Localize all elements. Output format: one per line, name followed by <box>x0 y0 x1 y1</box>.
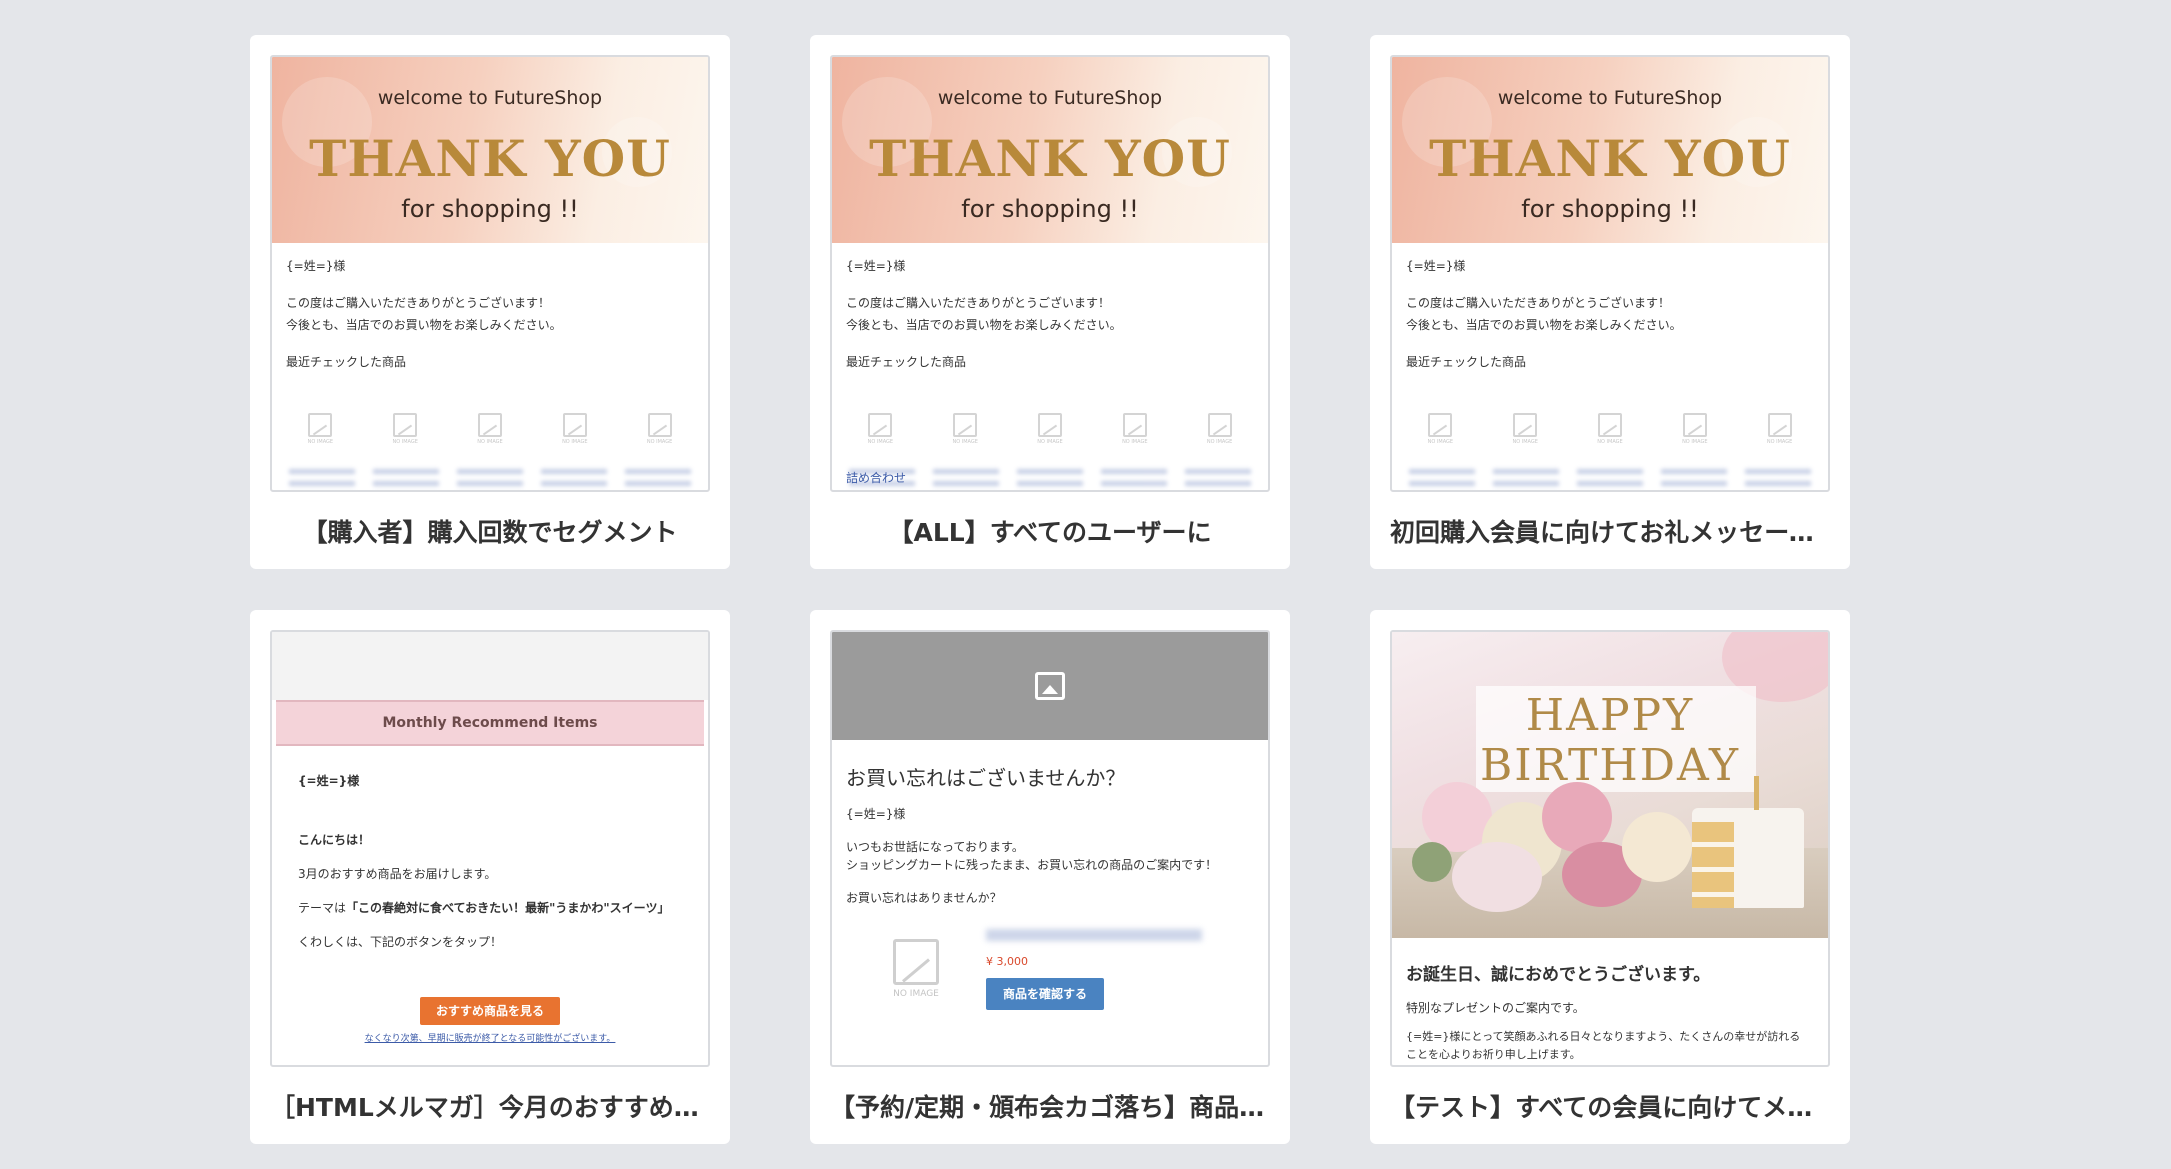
template-title[interactable]: 【予約/定期・頒布会カゴ落ち】商品の... <box>830 1088 1270 1128</box>
message-line: お買い忘れはありませんか？ <box>846 890 1002 905</box>
message-line: ことを心よりお祈り申し上げます。 <box>1406 1047 1581 1061</box>
salutation: {=姓=}様 <box>286 259 346 273</box>
message-line: 今後とも、当店でのお買い物をお楽しみください。 <box>1406 318 1682 333</box>
thank-you-banner: welcome to FutureShop THANK YOU for shop… <box>1392 57 1828 243</box>
no-image-icon: NO IMAGE <box>1510 413 1540 447</box>
theme-line: テーマは「この春絶対に食べておきたい！最新"うまかわ"スイーツ」 <box>298 901 670 915</box>
salutation: {=姓=}様 <box>1406 259 1466 273</box>
no-image-icon: NO IMAGE <box>1425 413 1455 447</box>
monthly-recommend-band: Monthly Recommend Items <box>276 700 704 746</box>
template-card[interactable]: お買い忘れはございませんか？ {=姓=}様 いつもお世話になっております。 ショ… <box>810 610 1290 1144</box>
no-image-icon: NO IMAGE <box>886 939 946 1009</box>
message-line: {=姓=}様にとって笑顔あふれる日々となりますよう、たくさんの幸せが訪れる <box>1406 1030 1801 1044</box>
template-preview[interactable]: welcome to FutureShop THANK YOU for shop… <box>1390 55 1830 492</box>
template-card[interactable]: welcome to FutureShop THANK YOU for shop… <box>250 35 730 569</box>
image-icon <box>1035 672 1065 700</box>
banner-headline: THANK YOU <box>869 129 1231 188</box>
banner-headline: THANK YOU <box>1429 129 1791 188</box>
no-image-icon: NO IMAGE <box>390 413 420 447</box>
template-preview[interactable]: welcome to FutureShop THANK YOU for shop… <box>270 55 710 492</box>
message-line: 特別なプレゼントのご案内です。 <box>1406 1001 1585 1015</box>
message-line: この度はご購入いただきありがとうございます！ <box>846 295 1111 310</box>
message-line: くわしくは、下記のボタンをタップ！ <box>298 935 503 949</box>
product-link-text: 詰め合わせ <box>846 471 907 485</box>
birthday-photo: HAPPY BIRTHDAY <box>1392 632 1828 938</box>
salutation: {=姓=}様 <box>298 774 360 788</box>
template-preview[interactable]: welcome to FutureShop THANK YOU for shop… <box>830 55 1270 492</box>
template-title[interactable]: 初回購入会員に向けてお礼メッセージ... <box>1390 513 1830 553</box>
no-image-icon: NO IMAGE <box>1205 413 1235 447</box>
no-image-icon: NO IMAGE <box>1035 413 1065 447</box>
thank-you-banner: welcome to FutureShop THANK YOU for shop… <box>272 57 708 243</box>
no-image-icon: NO IMAGE <box>560 413 590 447</box>
message-line: この度はご購入いただきありがとうございます！ <box>1406 295 1671 310</box>
no-image-icon: NO IMAGE <box>865 413 895 447</box>
cart-reminder-heading: お買い忘れはございませんか？ <box>846 766 1126 790</box>
blurred-product-name <box>986 929 1202 942</box>
template-preview[interactable]: HAPPY BIRTHDAY お誕生日、誠におめでとうございます。 特別なプレゼ… <box>1390 630 1830 1067</box>
message-line: 今後とも、当店でのお買い物をお楽しみください。 <box>846 318 1122 333</box>
check-product-button: 商品を確認する <box>986 978 1104 1011</box>
message-line: 今後とも、当店でのお買い物をお楽しみください。 <box>286 318 562 333</box>
no-image-icon: NO IMAGE <box>1120 413 1150 447</box>
no-image-icon: NO IMAGE <box>305 413 335 447</box>
thank-you-banner: welcome to FutureShop THANK YOU for shop… <box>832 57 1268 243</box>
product-price: ¥ 3,000 <box>986 955 1028 969</box>
no-image-icon: NO IMAGE <box>950 413 980 447</box>
birthday-heading: お誕生日、誠におめでとうございます。 <box>1406 965 1711 985</box>
salutation: {=姓=}様 <box>846 259 906 273</box>
template-title[interactable]: 【ALL】すべてのユーザーに <box>830 513 1270 553</box>
template-title[interactable]: 【テスト】すべての会員に向けてメッ... <box>1390 1088 1830 1128</box>
banner-headline: THANK YOU <box>309 129 671 188</box>
banner-subline: for shopping !! <box>1521 195 1699 223</box>
template-card[interactable]: welcome to FutureShop THANK YOU for shop… <box>1370 35 1850 569</box>
banner-subline: for shopping !! <box>961 195 1139 223</box>
template-card[interactable]: welcome to FutureShop THANK YOU for shop… <box>810 35 1290 569</box>
banner-welcome-text: welcome to FutureShop <box>1497 87 1723 109</box>
template-card[interactable]: Monthly Recommend Items {=姓=}様 こんにちは！ 3月… <box>250 610 730 1144</box>
recommend-products-button: おすすめ商品を見る <box>420 997 560 1025</box>
template-title[interactable]: 【購入者】購入回数でセグメント <box>270 513 710 553</box>
no-image-icon: NO IMAGE <box>645 413 675 447</box>
preview-header-area <box>272 632 708 700</box>
no-image-icon: NO IMAGE <box>1765 413 1795 447</box>
no-image-icon: NO IMAGE <box>475 413 505 447</box>
greeting: こんにちは！ <box>298 833 371 847</box>
no-image-icon: NO IMAGE <box>1680 413 1710 447</box>
image-placeholder-header <box>832 632 1268 740</box>
banner-subline: for shopping !! <box>401 195 579 223</box>
recent-items-label: 最近チェックした商品 <box>1406 354 1527 369</box>
sale-end-note: なくなり次第、早期に販売が終了となる可能性がございます。 <box>364 1034 616 1044</box>
birthday-happy-text: HAPPY <box>1525 690 1695 741</box>
recent-items-label: 最近チェックした商品 <box>846 354 967 369</box>
no-image-icon: NO IMAGE <box>1595 413 1625 447</box>
banner-welcome-text: welcome to FutureShop <box>377 87 603 109</box>
blurred-product-names <box>1392 469 1828 490</box>
message-line: 3月のおすすめ商品をお届けします。 <box>298 867 497 881</box>
recent-items-label: 最近チェックした商品 <box>286 354 407 369</box>
message-line: この度はご購入いただきありがとうございます！ <box>286 295 551 310</box>
template-card[interactable]: HAPPY BIRTHDAY お誕生日、誠におめでとうございます。 特別なプレゼ… <box>1370 610 1850 1144</box>
template-preview[interactable]: Monthly Recommend Items {=姓=}様 こんにちは！ 3月… <box>270 630 710 1067</box>
message-line: ショッピングカートに残ったまま、お買い忘れの商品のご案内です！ <box>846 858 1218 873</box>
blurred-product-names <box>272 469 708 490</box>
template-title[interactable]: ［HTMLメルマガ］今月のおすすめ商品 <box>270 1088 710 1128</box>
banner-welcome-text: welcome to FutureShop <box>937 87 1163 109</box>
message-line: いつもお世話になっております。 <box>846 839 1024 854</box>
salutation: {=姓=}様 <box>846 807 906 821</box>
template-preview[interactable]: お買い忘れはございませんか？ {=姓=}様 いつもお世話になっております。 ショ… <box>830 630 1270 1067</box>
